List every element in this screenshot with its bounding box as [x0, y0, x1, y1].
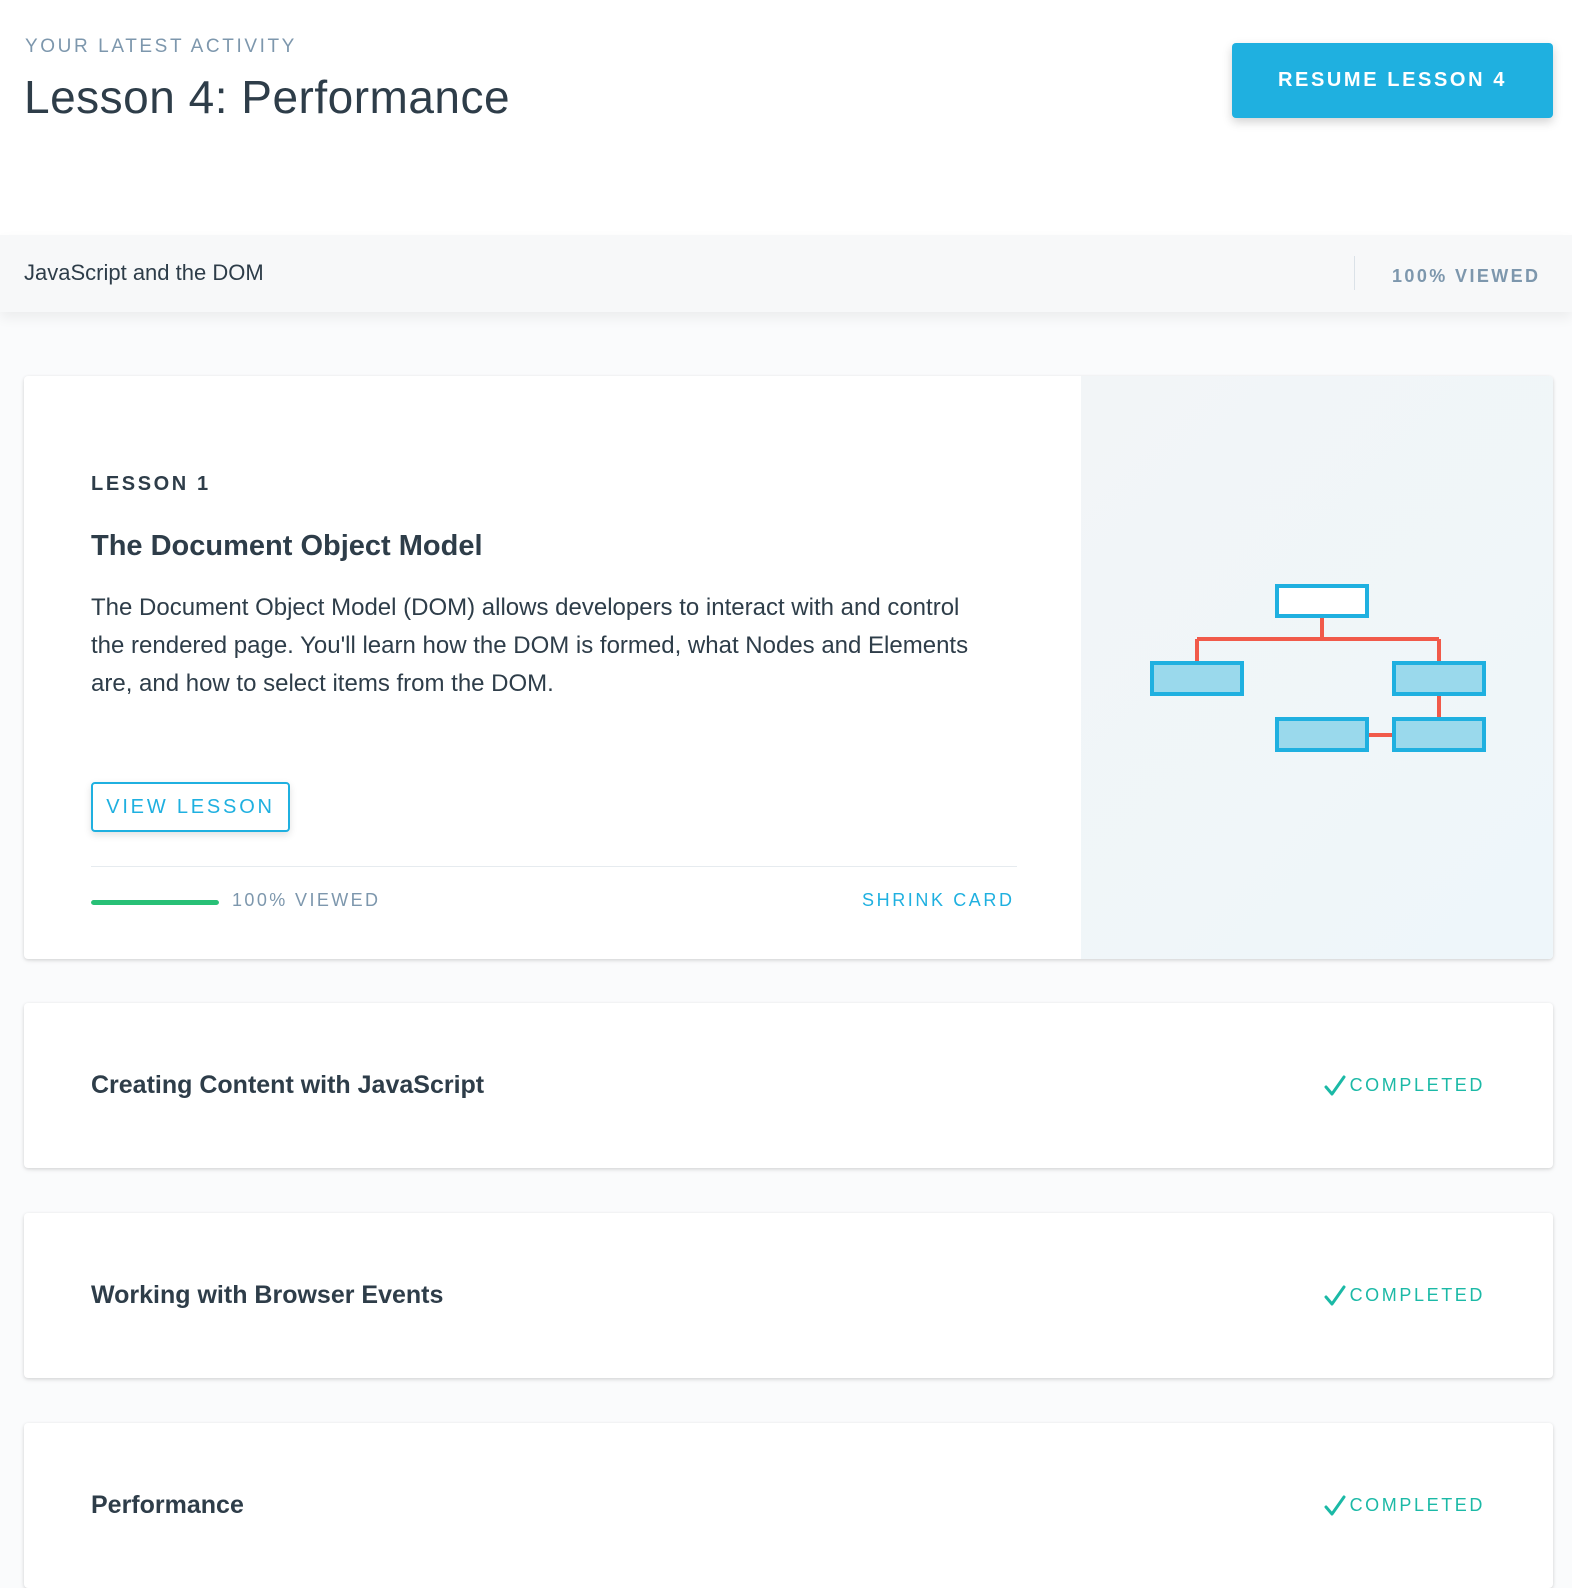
- lesson-card-expanded: LESSON 1 The Document Object Model The D…: [24, 376, 1553, 959]
- lesson-card[interactable]: Creating Content with JavaScript COMPLET…: [24, 1003, 1553, 1168]
- resume-lesson-button[interactable]: RESUME LESSON 4: [1232, 43, 1553, 118]
- module-progress-label: 100% VIEWED: [1392, 266, 1541, 286]
- lesson-status: COMPLETED: [1324, 1003, 1485, 1168]
- checkmark-icon: [1324, 1495, 1346, 1515]
- card-divider: [91, 866, 1017, 867]
- lesson-card[interactable]: Performance COMPLETED: [24, 1423, 1553, 1588]
- shrink-card-link[interactable]: SHRINK CARD: [862, 890, 1015, 911]
- lesson-illustration-panel: [1081, 376, 1553, 959]
- view-lesson-button[interactable]: VIEW LESSON: [91, 782, 290, 832]
- completed-label: COMPLETED: [1349, 1075, 1485, 1095]
- lesson-description: The Document Object Model (DOM) allows d…: [91, 594, 969, 697]
- completed-label: COMPLETED: [1349, 1285, 1485, 1305]
- lesson-progress-bar: [91, 900, 219, 905]
- lesson-card-title: Working with Browser Events: [91, 1281, 444, 1309]
- checkmark-icon: [1324, 1285, 1346, 1305]
- lesson-progress-fill: [91, 900, 219, 905]
- lesson-progress-label: 100% VIEWED: [232, 890, 381, 910]
- module-title: JavaScript and the DOM: [24, 260, 264, 285]
- lesson-number: LESSON 1: [91, 473, 211, 495]
- lesson-title: The Document Object Model: [91, 530, 483, 562]
- latest-activity-eyebrow: YOUR LATEST ACTIVITY: [25, 36, 297, 57]
- lesson-card[interactable]: Working with Browser Events COMPLETED: [24, 1213, 1553, 1378]
- dom-tree-icon: [1150, 584, 1486, 752]
- lesson-card-title: Performance: [91, 1491, 244, 1519]
- lesson-status: COMPLETED: [1324, 1423, 1485, 1588]
- checkmark-icon: [1324, 1075, 1346, 1095]
- completed-label: COMPLETED: [1349, 1495, 1485, 1515]
- lesson-card-title: Creating Content with JavaScript: [91, 1071, 485, 1099]
- lesson-status: COMPLETED: [1324, 1213, 1485, 1378]
- module-divider: [1354, 256, 1355, 290]
- latest-lesson-title: Lesson 4: Performance: [24, 71, 511, 123]
